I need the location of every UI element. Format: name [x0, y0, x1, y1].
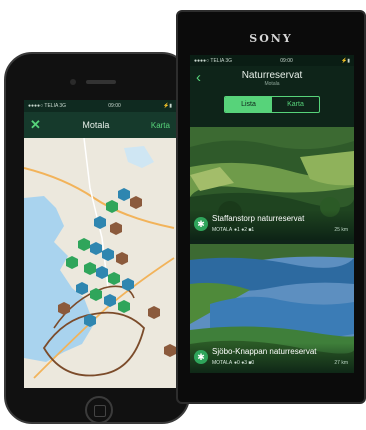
device-brand-label: SONY — [249, 32, 293, 45]
carrier-label: ●●●●○ TELIA 3G — [28, 103, 67, 109]
sony-screen: ●●●●○ TELIA 3G 09:00 ⚡▮ ‹ Naturreservat … — [190, 55, 354, 373]
page-subtitle: Motala — [264, 81, 280, 87]
status-bar: ●●●●○ TELIA 3G 09:00 ⚡▮ — [190, 55, 354, 66]
reserve-card-info: ✱ Sjöbo-Knappan naturreservat MOTALA ●0 … — [190, 343, 354, 373]
page-title: Naturreservat — [241, 70, 303, 81]
battery-icon: ⚡▮ — [341, 57, 350, 64]
battery-icon: ⚡▮ — [163, 103, 172, 109]
reserve-card[interactable]: ✱ Sjöbo-Knappan naturreservat MOTALA ●0 … — [190, 244, 354, 373]
clock-label: 09:00 — [108, 103, 121, 109]
clock-label: 09:00 — [280, 57, 293, 64]
reserve-card[interactable]: ✱ Staffanstorp naturreservat MOTALA ●1 ●… — [190, 127, 354, 240]
reserve-distance: 27 km — [334, 360, 348, 366]
tab-karta[interactable]: Karta — [272, 97, 319, 112]
reserve-stats: ●1 ●2 ■1 — [234, 227, 255, 233]
reserve-distance: 25 km — [334, 227, 348, 233]
nav-title: Motala — [82, 120, 110, 130]
nature-reserve-icon: ✱ — [194, 350, 208, 364]
back-icon[interactable]: ‹ — [196, 69, 201, 86]
tab-lista[interactable]: Lista — [225, 97, 272, 112]
nature-reserve-icon: ✱ — [194, 217, 208, 231]
reserve-name: Staffanstorp naturreservat — [212, 214, 305, 223]
status-bar: ●●●●○ TELIA 3G 09:00 ⚡▮ — [24, 100, 176, 112]
reserve-place: MOTALA — [212, 360, 233, 366]
carrier-label: ●●●●○ TELIA 3G — [194, 57, 233, 64]
map-toggle-button[interactable]: Karta — [151, 121, 170, 130]
front-camera — [70, 79, 76, 85]
list-nav-bar: ‹ Naturreservat Motala — [190, 66, 354, 92]
close-icon[interactable]: ✕ — [30, 117, 41, 133]
reserve-name: Sjöbo-Knappan naturreservat — [212, 347, 317, 356]
iphone-device: ●●●●○ TELIA 3G 09:00 ⚡▮ ✕ Motala Karta — [4, 52, 190, 424]
view-segmented-control: Lista Karta — [224, 96, 320, 113]
promo-stage: ●●●●○ TELIA 3G 09:00 ⚡▮ ✕ Motala Karta S… — [0, 0, 366, 430]
reserve-card-info: ✱ Staffanstorp naturreservat MOTALA ●1 ●… — [190, 210, 354, 240]
map-nav-bar: ✕ Motala Karta — [24, 112, 176, 138]
map-view[interactable] — [24, 138, 176, 388]
home-button[interactable] — [85, 396, 113, 424]
speaker-grille — [86, 80, 116, 84]
iphone-screen: ●●●●○ TELIA 3G 09:00 ⚡▮ ✕ Motala Karta — [24, 100, 176, 388]
reserve-stats: ●0 ●3 ■0 — [234, 360, 255, 366]
sony-device: SONY ●●●●○ TELIA 3G 09:00 ⚡▮ ‹ Naturrese… — [176, 10, 366, 404]
reserve-place: MOTALA — [212, 227, 233, 233]
